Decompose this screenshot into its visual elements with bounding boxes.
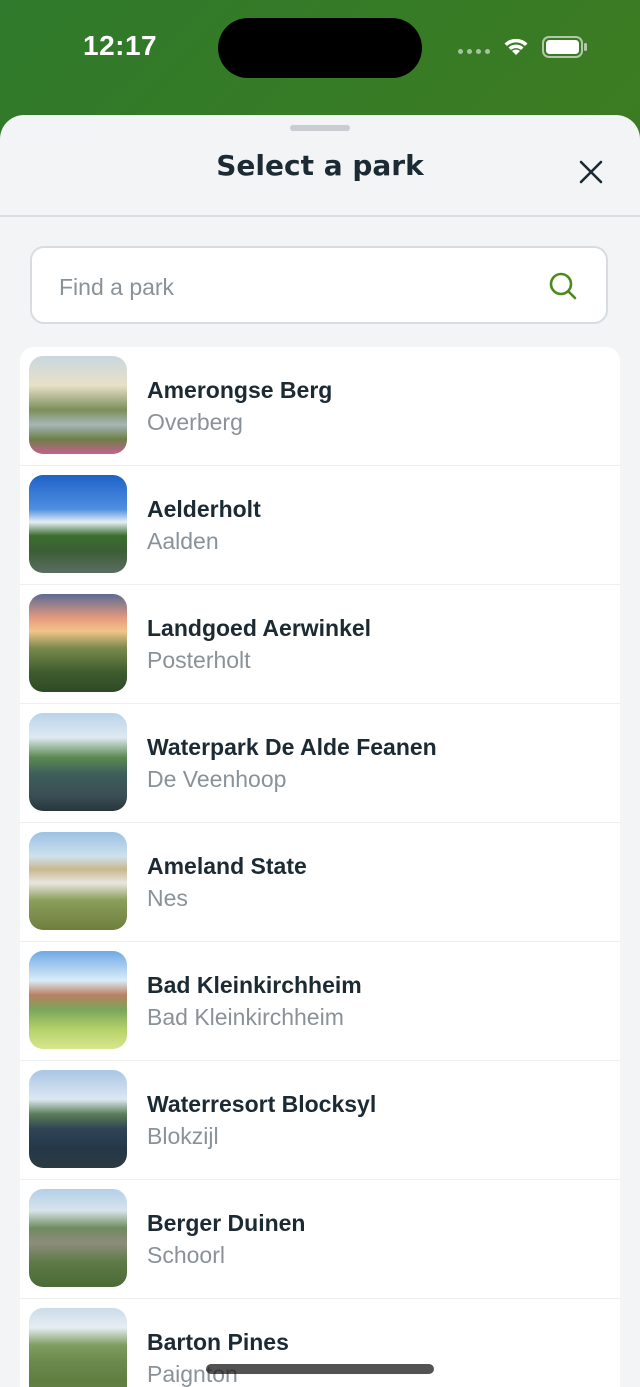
sheet-header: Select a park (0, 115, 640, 217)
park-location: Nes (147, 885, 188, 911)
park-thumbnail (29, 475, 127, 573)
park-location: Blokzijl (147, 1123, 219, 1149)
park-thumbnail (29, 1070, 127, 1168)
park-list-item[interactable]: Ameland State Nes (20, 823, 620, 942)
park-name: Landgoed Aerwinkel (147, 615, 372, 641)
status-bar: 12:17 (0, 0, 640, 110)
park-thumbnail (29, 1308, 127, 1387)
park-thumbnail (29, 1189, 127, 1287)
park-list-item[interactable]: Aelderholt Aalden (20, 466, 620, 585)
park-location: Aalden (147, 528, 219, 554)
park-location: Bad Kleinkirchheim (147, 1004, 344, 1030)
search-box[interactable] (30, 246, 608, 324)
park-name: Waterpark De Alde Feanen (147, 734, 437, 760)
park-name: Waterresort Blocksyl (147, 1091, 377, 1117)
wifi-icon (504, 38, 528, 55)
park-list-item[interactable]: Amerongse Berg Overberg (20, 347, 620, 466)
cellular-signal-icon (458, 49, 490, 54)
park-thumbnail (29, 951, 127, 1049)
park-list: Amerongse Berg Overberg Aelderholt Aalde… (20, 347, 620, 1387)
park-location: Overberg (147, 409, 243, 435)
park-list-item[interactable]: Berger Duinen Schoorl (20, 1180, 620, 1299)
close-button[interactable] (572, 153, 610, 191)
park-name: Ameland State (147, 853, 307, 879)
home-indicator[interactable] (206, 1364, 434, 1374)
park-list-item[interactable]: Waterpark De Alde Feanen De Veenhoop (20, 704, 620, 823)
park-selector-sheet: Select a park Amerongse Berg Overberg Ae… (0, 115, 640, 1387)
park-thumbnail (29, 594, 127, 692)
park-list-item[interactable]: Bad Kleinkirchheim Bad Kleinkirchheim (20, 942, 620, 1061)
park-name: Bad Kleinkirchheim (147, 972, 362, 998)
park-thumbnail (29, 356, 127, 454)
search-icon[interactable] (547, 270, 579, 302)
close-icon (579, 160, 603, 184)
battery-icon (542, 36, 587, 58)
park-location: Schoorl (147, 1242, 225, 1268)
park-list-item[interactable]: Waterresort Blocksyl Blokzijl (20, 1061, 620, 1180)
dynamic-island (218, 18, 422, 78)
park-location: De Veenhoop (147, 766, 287, 792)
search-input[interactable] (57, 266, 541, 308)
park-name: Amerongse Berg (147, 377, 333, 403)
park-location: Posterholt (147, 647, 251, 673)
status-time: 12:17 (83, 30, 158, 61)
park-thumbnail (29, 713, 127, 811)
park-list-item[interactable]: Landgoed Aerwinkel Posterholt (20, 585, 620, 704)
park-name: Berger Duinen (147, 1210, 306, 1236)
park-thumbnail (29, 832, 127, 930)
park-name: Barton Pines (147, 1329, 289, 1355)
park-name: Aelderholt (147, 496, 261, 522)
sheet-title: Select a park (216, 149, 424, 182)
